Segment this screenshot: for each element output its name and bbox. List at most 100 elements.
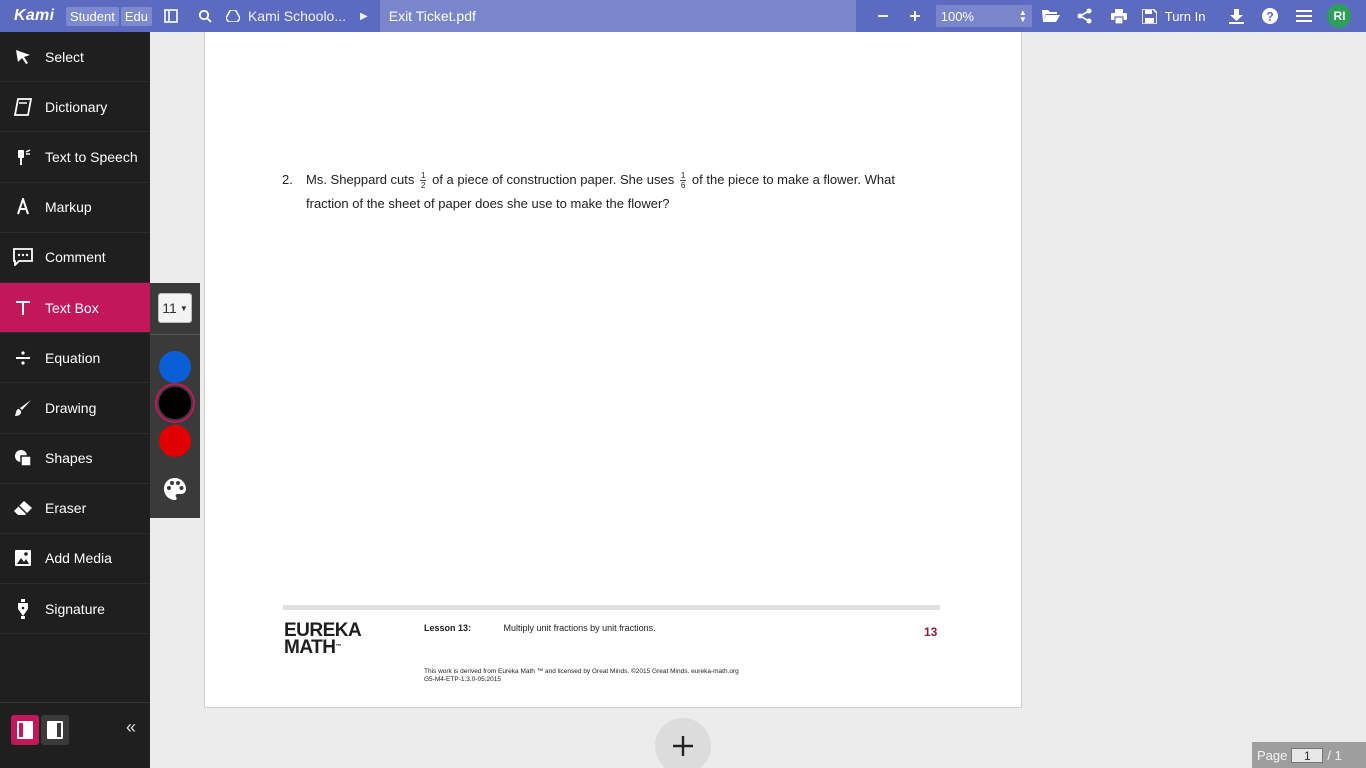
share-icon[interactable] [1068, 0, 1102, 32]
app-logo: Kami [14, 7, 55, 24]
download-icon[interactable] [1219, 0, 1253, 32]
caret-down-icon: ▼ [179, 303, 188, 313]
highlighter-icon [0, 198, 45, 216]
palette-icon[interactable] [163, 477, 187, 506]
print-icon[interactable] [1102, 0, 1136, 32]
tool-label: Drawing [45, 399, 97, 416]
tool-drawing[interactable]: Drawing [0, 383, 150, 434]
tool-label: Markup [45, 199, 92, 216]
drive-icon [225, 10, 240, 22]
badge-student: Student [66, 6, 119, 26]
add-page-button[interactable] [655, 718, 711, 768]
fraction-denominator: 2 [421, 181, 426, 191]
license-line: This work is derived from Eureka Math ™ … [424, 668, 739, 675]
chevron-right-icon: ▶ [360, 10, 368, 22]
tool-shapes[interactable]: Shapes [0, 434, 150, 484]
tool-label: Select [45, 48, 84, 65]
eureka-math-logo: EUREKA MATH™ [284, 621, 362, 657]
lesson-info: Lesson 13: Multiply unit fractions by un… [424, 623, 656, 633]
tool-eraser[interactable]: Eraser [0, 484, 150, 534]
tool-label: Comment [45, 249, 106, 266]
folder-open-icon[interactable] [1034, 0, 1068, 32]
svg-text:?: ? [1267, 10, 1274, 24]
book-icon [0, 97, 45, 116]
page-total: / 1 [1327, 747, 1342, 763]
tool-label: Add Media [45, 550, 112, 567]
footer-divider [283, 605, 940, 610]
brush-icon [0, 399, 45, 417]
divide-icon [0, 350, 45, 366]
left-toolbar-mode-button[interactable] [11, 715, 39, 745]
tool-equation[interactable]: Equation [0, 333, 150, 384]
page-navigator: Page 1 / 1 [1252, 742, 1366, 768]
textbox-options-panel: 11 ▼ [150, 283, 200, 518]
pdf-page[interactable]: 2. Ms. Sheppard cuts 12 of a piece of co… [204, 32, 1022, 708]
tool-signature[interactable]: Signature [0, 584, 150, 635]
top-bar: Kami Student Edu Kami Schoolo... ▶ Exit … [0, 0, 1366, 32]
badge-edu: Edu [120, 6, 152, 26]
sidebar-toggle-icon[interactable] [154, 0, 188, 32]
image-icon [0, 549, 45, 567]
tool-label: Shapes [45, 450, 93, 467]
question-text: Ms. Sheppard cuts 12 of a piece of const… [306, 168, 922, 216]
avatar[interactable]: RI [1327, 4, 1352, 28]
page-number: 13 [924, 625, 938, 639]
zoom-out-icon[interactable] [866, 0, 900, 32]
fraction-numerator: 1 [679, 171, 687, 182]
tool-label: Eraser [45, 500, 87, 517]
tool-markup[interactable]: Markup [0, 183, 150, 233]
speaker-icon [0, 148, 45, 166]
tool-label: Signature [45, 600, 105, 617]
question-part: Ms. Sheppard cuts [306, 172, 415, 187]
fraction-numerator: 1 [420, 171, 427, 182]
help-icon[interactable]: ? [1253, 0, 1287, 32]
divider [150, 334, 200, 335]
tool-add-media[interactable]: Add Media [0, 534, 150, 585]
tool-sidebar: Select Dictionary Text to Speech Markup … [0, 32, 150, 768]
tool-dictionary[interactable]: Dictionary [0, 82, 150, 133]
lesson-label: Lesson 13: [424, 623, 472, 633]
font-size-value: 11 [162, 300, 177, 316]
search-icon[interactable] [188, 0, 222, 32]
zoom-select[interactable]: 100% ▲ ▼ [935, 5, 1032, 27]
color-swatch-blue[interactable] [159, 351, 191, 383]
page-label: Page [1257, 747, 1288, 763]
document-code: G5-M4-ETP-1.3.0-05.2015 [424, 676, 501, 683]
turn-in-label: Turn In [1164, 8, 1206, 24]
fraction: 12 [420, 171, 427, 191]
zoom-value: 100% [940, 8, 974, 24]
logo-trademark: ™ [335, 644, 341, 650]
lesson-title: Multiply unit fractions by unit fraction… [503, 623, 656, 633]
file-name[interactable]: Exit Ticket.pdf [379, 0, 856, 32]
tool-select[interactable]: Select [0, 32, 150, 83]
font-size-select[interactable]: 11 ▼ [158, 293, 192, 323]
zoom-in-icon[interactable] [900, 0, 930, 32]
menu-icon[interactable] [1287, 0, 1321, 32]
color-swatch-black[interactable] [159, 387, 191, 419]
breadcrumb[interactable]: Kami Schoolo... ▶ [222, 0, 380, 32]
pen-nib-icon [0, 598, 45, 619]
collapse-sidebar-icon[interactable]: « [126, 717, 136, 738]
tool-text-box[interactable]: Text Box [0, 282, 150, 334]
tool-label: Equation [45, 349, 101, 366]
question-part: of a piece of construction paper. She us… [432, 172, 675, 187]
tool-label: Text Box [45, 299, 99, 316]
comment-icon [0, 248, 45, 267]
right-toolbar-mode-button[interactable] [41, 715, 69, 745]
updown-icon: ▲ ▼ [1018, 8, 1027, 24]
logo-line-2: MATH™ [284, 638, 361, 657]
eraser-icon [0, 500, 45, 516]
fraction-denominator: 6 [680, 181, 686, 191]
breadcrumb-folder[interactable]: Kami Schoolo... [248, 8, 346, 24]
tool-text-to-speech[interactable]: Text to Speech [0, 132, 150, 183]
tool-label: Dictionary [45, 98, 108, 115]
text-icon [0, 300, 45, 316]
turn-in-button[interactable]: Turn In [1136, 8, 1206, 24]
tool-label: Text to Speech [45, 148, 138, 165]
plus-icon [673, 736, 693, 756]
tool-comment[interactable]: Comment [0, 233, 150, 283]
page-input[interactable]: 1 [1291, 747, 1324, 763]
color-swatch-red[interactable] [159, 425, 191, 457]
cursor-icon [0, 49, 45, 65]
shapes-icon [0, 449, 45, 467]
